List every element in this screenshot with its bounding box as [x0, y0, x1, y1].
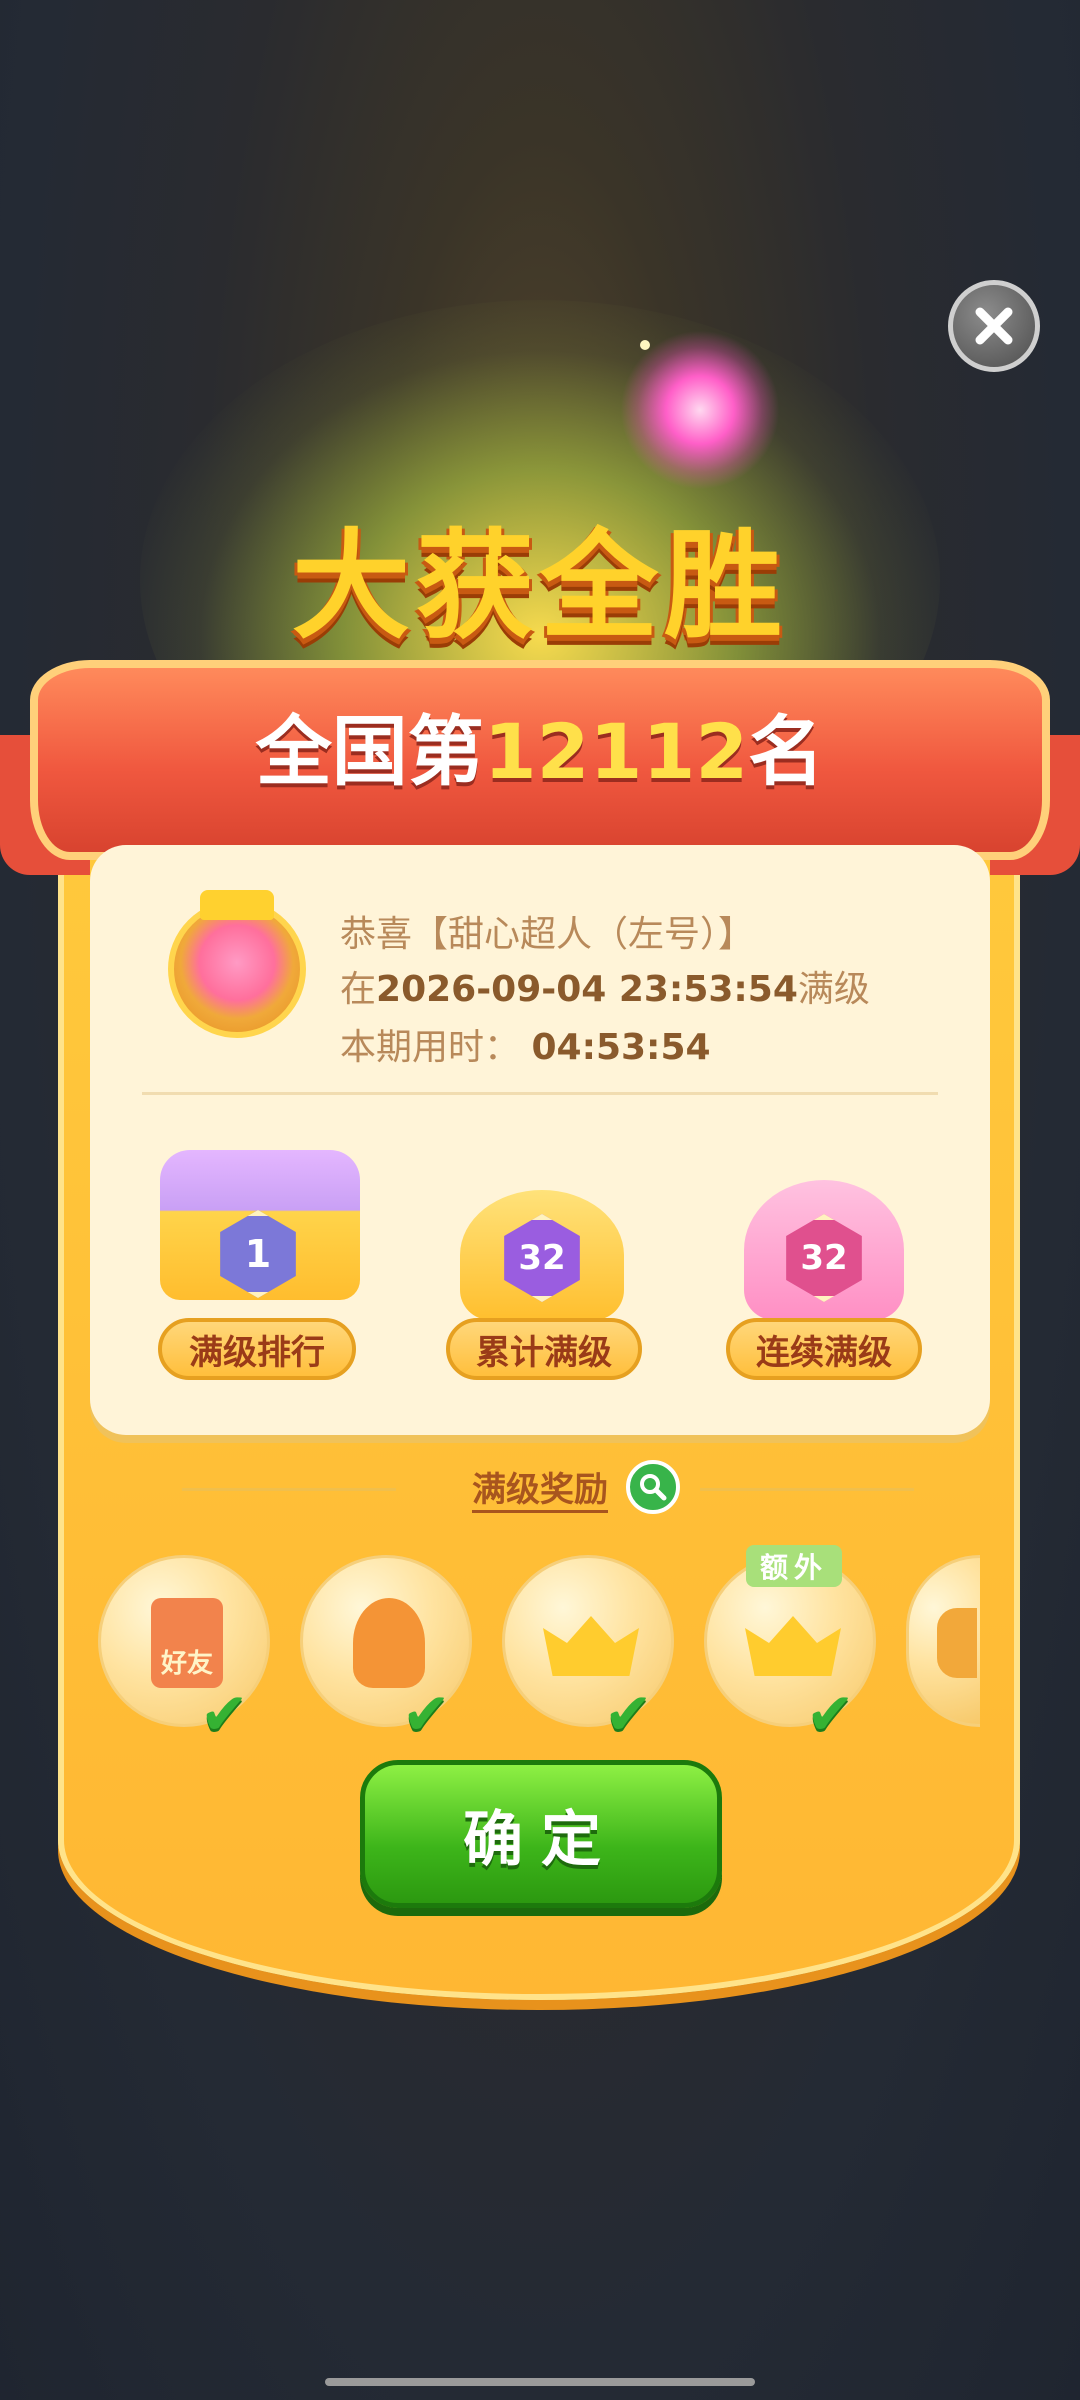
card-divider — [142, 1092, 938, 1095]
reward-preview-button[interactable] — [626, 1460, 680, 1514]
time-value: 04:53:54 — [531, 1027, 711, 1068]
time-label: 本期用时： — [340, 1027, 521, 1068]
period-time-line: 本期用时： 04:53:54 — [340, 1018, 711, 1070]
badge-label-total[interactable]: 累计满级 — [446, 1318, 642, 1380]
crown-icon — [745, 1616, 841, 1676]
claimed-check-icon: ✔ — [402, 1680, 451, 1748]
claimed-check-icon: ✔ — [806, 1680, 855, 1748]
claimed-check-icon: ✔ — [604, 1680, 653, 1748]
red-envelope-icon: 好友 — [151, 1598, 223, 1688]
reward-title: 满级奖励 — [0, 1462, 1080, 1513]
close-icon — [975, 307, 1013, 345]
search-icon — [640, 1474, 667, 1501]
trophy-icon — [353, 1598, 425, 1688]
max-level-datetime: 2026-09-04 23:53:54 — [376, 969, 798, 1010]
victory-title: 大获全胜 — [291, 517, 788, 655]
national-rank: 全国第12112名 — [0, 690, 1080, 800]
max-level-time-line: 在2026-09-04 23:53:54满级 — [340, 960, 870, 1012]
congrats-line: 恭喜【甜心超人（左号）】 — [340, 914, 755, 955]
badge-icon — [937, 1608, 977, 1678]
avatar-crown-icon — [200, 890, 274, 920]
line2-suffix: 满级 — [797, 969, 870, 1010]
home-indicator[interactable] — [325, 2378, 755, 2386]
rank-prefix: 全国第 — [255, 707, 484, 796]
close-button[interactable] — [948, 280, 1040, 372]
badge-label-streak[interactable]: 连续满级 — [726, 1318, 922, 1380]
firework-icon — [620, 330, 780, 490]
claimed-check-icon: ✔ — [200, 1680, 249, 1748]
crown-icon — [543, 1616, 639, 1676]
player-avatar — [168, 900, 306, 1038]
extra-tag: 额外 — [746, 1545, 842, 1587]
rank-number: 12112 — [483, 707, 749, 796]
badge-label-rank[interactable]: 满级排行 — [158, 1318, 356, 1380]
line2-prefix: 在 — [340, 969, 377, 1010]
confirm-button[interactable]: 确定 — [360, 1760, 722, 1908]
rank-suffix: 名 — [748, 707, 825, 796]
